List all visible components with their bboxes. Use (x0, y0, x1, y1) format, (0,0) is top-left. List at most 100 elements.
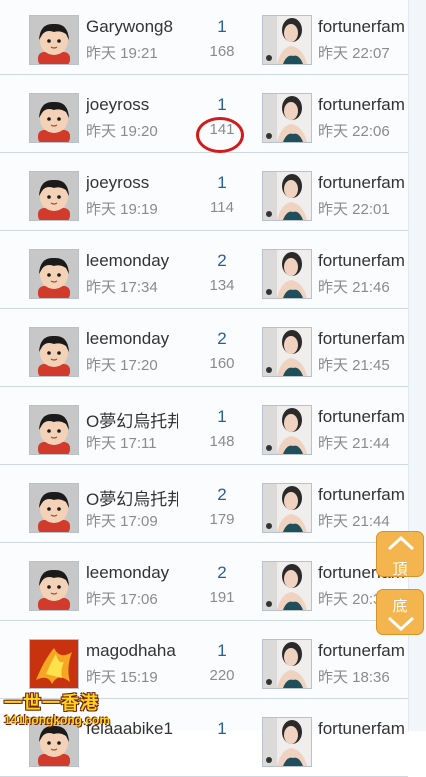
reply-count[interactable]: 1 (196, 95, 248, 115)
view-count: 179 (209, 511, 235, 528)
woman-photo-avatar-image (263, 406, 311, 454)
last-post-time[interactable]: 昨天 21:44 (318, 432, 390, 453)
last-poster-avatar[interactable] (262, 639, 312, 689)
cartoon-boy-avatar-image (30, 16, 78, 64)
author-avatar[interactable] (29, 171, 79, 221)
reply-count[interactable]: 2 (196, 485, 248, 505)
last-poster-name[interactable]: fortunerfam (318, 17, 408, 37)
reply-count[interactable]: 2 (196, 251, 248, 271)
last-poster-avatar[interactable] (262, 93, 312, 143)
woman-photo-avatar-image (263, 328, 311, 376)
author-name[interactable]: O夢幻烏托邦 (86, 485, 178, 510)
author-avatar[interactable] (29, 249, 79, 299)
author-avatar[interactable] (29, 639, 79, 689)
thread-row[interactable]: O夢幻烏托邦昨天 17:11 1 148 fortunerfam 昨天 21:44 (0, 387, 408, 465)
author-avatar[interactable] (29, 327, 79, 377)
last-poster-avatar[interactable] (262, 717, 312, 767)
view-count: 134 (209, 277, 235, 294)
last-poster-avatar[interactable] (262, 327, 312, 377)
thread-row[interactable]: leemonday 昨天 17:34 2 134 fortunerfam 昨天 21:46 (0, 231, 408, 309)
author-post-time: 昨天 17:06 (86, 591, 158, 608)
scroll-to-top-button[interactable]: 頂 (376, 531, 424, 578)
last-poster-name[interactable]: fortunerfam (318, 719, 408, 739)
author-avatar[interactable] (29, 15, 79, 65)
view-count: 168 (209, 43, 235, 60)
author-avatar[interactable] (29, 483, 79, 533)
watermark-url: 141hongkong.com (4, 713, 111, 727)
woman-photo-avatar-image (263, 94, 311, 142)
reply-count[interactable]: 1 (196, 173, 248, 193)
last-post-time[interactable]: 昨天 22:06 (318, 120, 390, 141)
last-poster-avatar[interactable] (262, 15, 312, 65)
woman-photo-avatar-image (263, 172, 311, 220)
last-poster-name[interactable]: fortunerfam (318, 641, 408, 661)
last-post-time[interactable]: 昨天 20:3 (318, 588, 381, 609)
author-name[interactable]: joeyross (86, 95, 178, 115)
woman-photo-avatar-image (263, 16, 311, 64)
last-post-time[interactable]: 昨天 22:07 (318, 42, 390, 63)
author-post-time: 昨天 17:11 (86, 435, 157, 452)
last-poster-name[interactable]: fortunerfam (318, 251, 408, 271)
author-avatar[interactable] (29, 93, 79, 143)
last-poster-name[interactable]: fortunerfam (318, 173, 408, 193)
woman-photo-avatar-image (263, 718, 311, 766)
scroll-to-bottom-button[interactable]: 底 (376, 589, 424, 635)
last-post-time[interactable]: 昨天 21:46 (318, 276, 390, 297)
reply-count[interactable]: 1 (196, 641, 248, 661)
reply-count[interactable]: 1 (196, 407, 248, 427)
author-avatar[interactable] (29, 405, 79, 455)
reply-count[interactable]: 1 (196, 17, 248, 37)
author-name[interactable]: leemonday (86, 563, 178, 583)
thread-row[interactable]: magodhaha 昨天 15:19 1 220 fortunerfam 昨天 18:36 (0, 621, 408, 699)
cartoon-boy-avatar-image (30, 94, 78, 142)
site-watermark: 一世一香港 141hongkong.com (0, 689, 126, 731)
author-name[interactable]: Garywong8 (86, 17, 178, 37)
author-post-time: 昨天 19:21 (86, 45, 158, 62)
watermark-title: 一世一香港 (4, 693, 99, 713)
cartoon-boy-avatar-image (30, 328, 78, 376)
view-count: 148 (209, 433, 235, 450)
author-avatar[interactable] (29, 561, 79, 611)
reply-count[interactable]: 1 (196, 719, 248, 739)
author-name[interactable]: leemonday (86, 251, 178, 271)
last-poster-name[interactable]: fortunerfam (318, 407, 408, 427)
view-count: 220 (209, 667, 235, 684)
last-poster-name[interactable]: fortunerfam (318, 95, 408, 115)
author-post-time: 昨天 15:19 (86, 669, 158, 686)
author-name[interactable]: O夢幻烏托邦 (86, 407, 178, 432)
thread-row[interactable]: joeyross 昨天 19:19 1 114 fortunerfam 昨天 22:01 (0, 153, 408, 231)
last-post-time[interactable]: 昨天 21:45 (318, 354, 390, 375)
view-count: 114 (210, 199, 234, 216)
last-poster-avatar[interactable] (262, 405, 312, 455)
chevron-up-icon (387, 535, 415, 551)
woman-photo-avatar-image (263, 562, 311, 610)
thread-row[interactable]: Garywong8 昨天 19:21 1 168 fortunerfam 昨天 22:07 (0, 0, 408, 75)
author-name[interactable]: leemonday (86, 329, 178, 349)
last-poster-name[interactable]: fortunerfam (318, 329, 408, 349)
view-count: 191 (209, 589, 235, 606)
reply-count[interactable]: 2 (196, 563, 248, 583)
last-poster-name[interactable]: fortunerfam (318, 485, 408, 505)
author-name[interactable]: magodhaha (86, 641, 178, 661)
thread-row[interactable]: O夢幻烏托邦 昨天 17:09 2 179 fortunerfam 昨天 21:44 (0, 465, 408, 543)
author-name[interactable]: joeyross (86, 173, 178, 193)
scroll-bottom-label: 底 (392, 598, 408, 615)
last-poster-avatar[interactable] (262, 483, 312, 533)
last-poster-avatar[interactable] (262, 561, 312, 611)
scroll-top-label: 頂 (392, 561, 408, 578)
last-poster-avatar[interactable] (262, 249, 312, 299)
cartoon-boy-avatar-image (30, 484, 78, 532)
last-post-time[interactable]: 昨天 21:44 (318, 510, 390, 531)
woman-photo-avatar-image (263, 484, 311, 532)
last-post-time[interactable]: 昨天 18:36 (318, 666, 390, 687)
reply-count[interactable]: 2 (196, 329, 248, 349)
view-count: 160 (209, 355, 235, 372)
thread-row[interactable]: leemonday 昨天 17:20 2 160 fortunerfam 昨天 21:45 (0, 309, 408, 387)
phoenix-avatar-image (30, 640, 78, 688)
last-post-time[interactable]: 昨天 22:01 (318, 198, 390, 219)
last-poster-avatar[interactable] (262, 171, 312, 221)
thread-row[interactable]: leemonday 昨天 17:06 2 191 fortunerfam 昨天 20:3 (0, 543, 408, 621)
author-post-time: 昨天 19:19 (86, 201, 158, 218)
highlight-circle (196, 117, 244, 153)
author-post-time: 昨天 17:34 (86, 279, 158, 296)
